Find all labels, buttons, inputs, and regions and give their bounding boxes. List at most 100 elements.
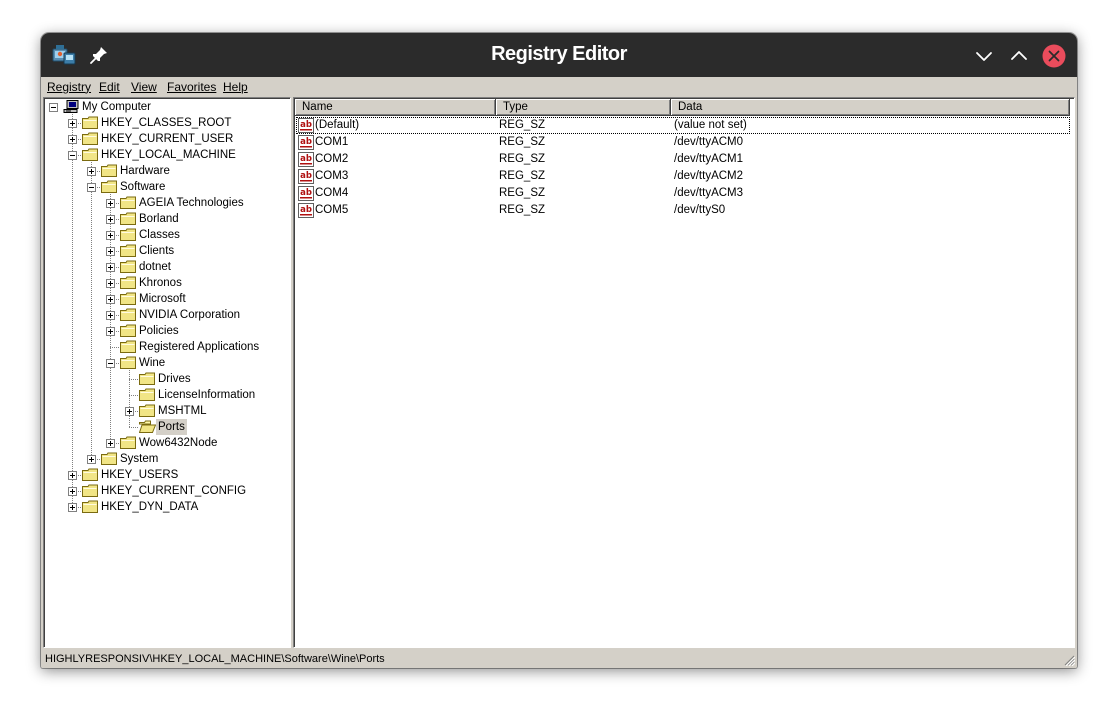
tree-item-label: Wow6432Node — [139, 437, 218, 449]
tree-item[interactable]: dotnet — [44, 259, 290, 275]
expand-plus-icon[interactable] — [106, 199, 115, 208]
value-row[interactable]: ab (Default) REG_SZ (value not set) — [296, 117, 1070, 134]
value-row[interactable]: ab COM3 REG_SZ/dev/ttyACM2 — [296, 168, 1070, 185]
expand-plus-icon[interactable] — [68, 119, 77, 128]
tree-connector-line — [129, 379, 138, 380]
registry-editor-window: Registry Editor Registry Edit View Favor… — [41, 33, 1077, 668]
expand-plus-icon[interactable] — [106, 439, 115, 448]
expand-plus-icon[interactable] — [106, 215, 115, 224]
collapse-minus-icon[interactable] — [68, 151, 77, 160]
tree-item[interactable]: System — [44, 451, 290, 467]
tree-item[interactable]: HKEY_CURRENT_CONFIG — [44, 483, 290, 499]
expand-plus-icon[interactable] — [68, 503, 77, 512]
tree-item[interactable]: My Computer — [44, 99, 290, 115]
tree-item[interactable]: Wow6432Node — [44, 435, 290, 451]
value-name: COM2 — [315, 153, 349, 165]
folder-icon — [120, 244, 136, 257]
tree-item-label: MSHTML — [158, 405, 207, 417]
tree-item-label: LicenseInformation — [158, 389, 256, 401]
tree-item[interactable]: Hardware — [44, 163, 290, 179]
tree-item[interactable]: Policies — [44, 323, 290, 339]
expand-plus-icon[interactable] — [106, 311, 115, 320]
expand-plus-icon[interactable] — [125, 407, 134, 416]
title-bar[interactable]: Registry Editor — [41, 33, 1077, 77]
registry-values-list[interactable]: Name Type Data ab (Default) REG_SZ (value n… — [293, 97, 1075, 648]
tree-item[interactable]: Software — [44, 179, 290, 195]
resize-grip-icon[interactable] — [1063, 654, 1075, 666]
column-header-data[interactable]: Data — [671, 99, 1070, 116]
value-data: /dev/ttyACM1 — [674, 153, 744, 165]
tree-item[interactable]: Khronos — [44, 275, 290, 291]
chevron-down-icon[interactable] — [972, 44, 996, 68]
tree-item[interactable]: Classes — [44, 227, 290, 243]
collapse-minus-icon[interactable] — [106, 359, 115, 368]
window-title: Registry Editor — [491, 43, 627, 65]
chevron-up-icon[interactable] — [1007, 44, 1031, 68]
menu-favorites[interactable]: Favorites — [167, 80, 216, 94]
tree-item-label: HKEY_LOCAL_MACHINE — [101, 149, 236, 161]
string-value-icon: ab — [298, 186, 314, 201]
tree-item[interactable]: Microsoft — [44, 291, 290, 307]
folder-icon — [82, 132, 98, 145]
collapse-minus-icon[interactable] — [49, 103, 58, 112]
tree-item[interactable]: Registered Applications — [44, 339, 290, 355]
folder-icon — [120, 228, 136, 241]
expand-plus-icon[interactable] — [68, 487, 77, 496]
tree-item[interactable]: NVIDIA Corporation — [44, 307, 290, 323]
tree-item-label: HKEY_CURRENT_USER — [101, 133, 234, 145]
menu-help[interactable]: Help — [223, 80, 248, 94]
tree-item[interactable]: Drives — [44, 371, 290, 387]
value-row[interactable]: ab COM4 REG_SZ/dev/ttyACM3 — [296, 185, 1070, 202]
tree-item-label: Hardware — [120, 165, 170, 177]
menu-registry[interactable]: Registry — [47, 80, 91, 94]
string-value-icon: ab — [298, 152, 314, 167]
value-row[interactable]: ab COM2 REG_SZ/dev/ttyACM1 — [296, 151, 1070, 168]
tree-item[interactable]: Wine — [44, 355, 290, 371]
tree-item-label: dotnet — [139, 261, 171, 273]
folder-open-icon — [139, 420, 156, 433]
string-value-icon: ab — [298, 203, 314, 218]
tree-item[interactable]: MSHTML — [44, 403, 290, 419]
expand-plus-icon[interactable] — [87, 167, 96, 176]
expand-plus-icon[interactable] — [106, 231, 115, 240]
tree-item[interactable]: Ports — [44, 419, 290, 435]
collapse-minus-icon[interactable] — [87, 183, 96, 192]
tree-item[interactable]: HKEY_CLASSES_ROOT — [44, 115, 290, 131]
value-type: REG_SZ — [499, 187, 546, 199]
value-row[interactable]: ab COM1 REG_SZ/dev/ttyACM0 — [296, 134, 1070, 151]
expand-plus-icon[interactable] — [87, 455, 96, 464]
folder-icon — [120, 324, 136, 337]
folder-icon — [120, 260, 136, 273]
menu-view[interactable]: View — [131, 80, 157, 94]
close-icon[interactable] — [1042, 44, 1066, 68]
value-data: (value not set) — [674, 119, 747, 131]
menu-edit[interactable]: Edit — [99, 80, 120, 94]
svg-text:ab: ab — [300, 154, 312, 164]
tree-item[interactable]: AGEIA Technologies — [44, 195, 290, 211]
expand-plus-icon[interactable] — [106, 327, 115, 336]
value-name: COM1 — [315, 136, 349, 148]
folder-icon — [120, 340, 136, 353]
tree-item[interactable]: HKEY_LOCAL_MACHINE — [44, 147, 290, 163]
tree-item[interactable]: HKEY_CURRENT_USER — [44, 131, 290, 147]
expand-plus-icon[interactable] — [106, 279, 115, 288]
column-header-type[interactable]: Type — [496, 99, 671, 116]
expand-plus-icon[interactable] — [106, 247, 115, 256]
tree-item[interactable]: HKEY_USERS — [44, 467, 290, 483]
tree-item-label: HKEY_CURRENT_CONFIG — [101, 485, 247, 497]
tree-item[interactable]: Borland — [44, 211, 290, 227]
string-value-icon: ab — [298, 118, 314, 133]
tree-item[interactable]: HKEY_DYN_DATA — [44, 499, 290, 515]
column-header-name[interactable]: Name — [295, 99, 496, 116]
tree-item[interactable]: LicenseInformation — [44, 387, 290, 403]
expand-plus-icon[interactable] — [106, 263, 115, 272]
value-row[interactable]: ab COM5 REG_SZ/dev/ttyS0 — [296, 202, 1070, 219]
svg-text:ab: ab — [300, 171, 312, 181]
tree-item[interactable]: Clients — [44, 243, 290, 259]
folder-icon — [139, 372, 155, 385]
tree-item-label: Khronos — [139, 277, 182, 289]
expand-plus-icon[interactable] — [106, 295, 115, 304]
registry-key-tree[interactable]: My Computer HKEY_CLASSES_ROOT HKEY_CURRENT… — [43, 97, 291, 648]
expand-plus-icon[interactable] — [68, 471, 77, 480]
expand-plus-icon[interactable] — [68, 135, 77, 144]
